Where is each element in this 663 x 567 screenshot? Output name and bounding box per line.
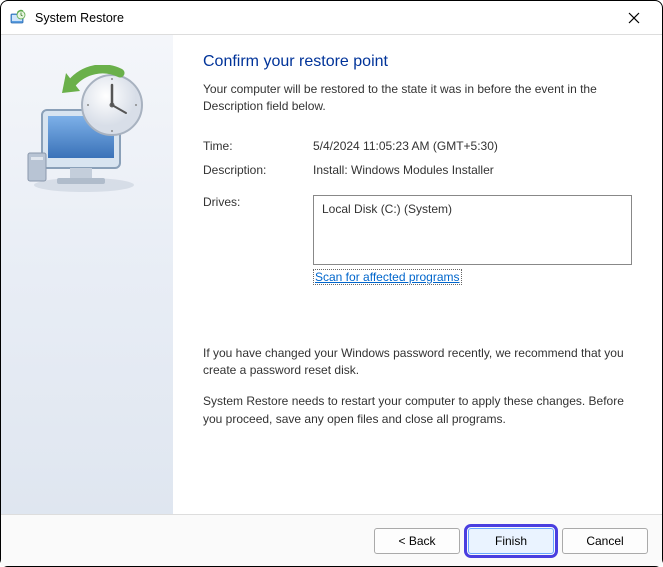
time-label: Time: (203, 139, 313, 153)
password-warning: If you have changed your Windows passwor… (203, 345, 632, 380)
finish-button[interactable]: Finish (468, 528, 554, 554)
page-subtitle: Your computer will be restored to the st… (203, 81, 632, 115)
page-heading: Confirm your restore point (203, 53, 632, 71)
drive-item: Local Disk (C:) (System) (322, 202, 452, 216)
description-label: Description: (203, 163, 313, 177)
close-button[interactable] (614, 4, 654, 32)
window-title: System Restore (35, 11, 614, 25)
main-panel: Confirm your restore point Your computer… (173, 35, 662, 514)
description-value: Install: Windows Modules Installer (313, 163, 632, 177)
drives-row: Drives: Local Disk (C:) (System) Scan fo… (203, 195, 632, 285)
restore-graphic-icon (22, 65, 152, 195)
sidebar (1, 35, 173, 514)
time-value: 5/4/2024 11:05:23 AM (GMT+5:30) (313, 139, 632, 153)
titlebar: System Restore (1, 1, 662, 35)
drives-listbox[interactable]: Local Disk (C:) (System) (313, 195, 632, 265)
content-area: Confirm your restore point Your computer… (1, 35, 662, 514)
footer: < Back Finish Cancel (1, 514, 662, 566)
app-icon (9, 9, 27, 27)
restart-warning: System Restore needs to restart your com… (203, 393, 632, 428)
time-row: Time: 5/4/2024 11:05:23 AM (GMT+5:30) (203, 139, 632, 153)
warning-section: If you have changed your Windows passwor… (203, 345, 632, 429)
scan-affected-link[interactable]: Scan for affected programs (313, 269, 462, 285)
back-button[interactable]: < Back (374, 528, 460, 554)
description-row: Description: Install: Windows Modules In… (203, 163, 632, 177)
cancel-button[interactable]: Cancel (562, 528, 648, 554)
drives-label: Drives: (203, 195, 313, 285)
